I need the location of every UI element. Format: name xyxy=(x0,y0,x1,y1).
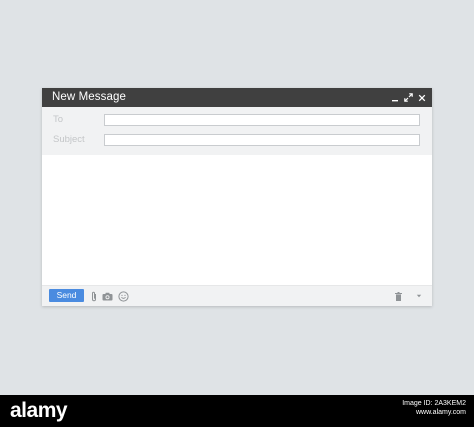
to-field[interactable] xyxy=(104,114,420,126)
compose-header: To Subject xyxy=(42,107,432,155)
subject-label: Subject xyxy=(53,134,85,145)
subject-row: Subject xyxy=(42,130,432,150)
to-row: To xyxy=(42,110,432,130)
image-url-line: www.alamy.com xyxy=(415,409,466,416)
brand-logo: alamy xyxy=(10,399,68,422)
window-title: New Message xyxy=(52,91,126,103)
image-id-line: Image ID: 2A3KEM2 xyxy=(402,400,466,407)
emoji-icon[interactable] xyxy=(117,289,129,303)
title-bar: New Message xyxy=(42,88,432,107)
compose-toolbar: Send xyxy=(42,285,432,306)
more-options-caret-icon[interactable] xyxy=(414,289,424,303)
message-body[interactable] xyxy=(42,155,432,285)
expand-icon[interactable] xyxy=(401,88,415,107)
canvas-background: New Message To Subject Send xyxy=(0,0,474,395)
paperclip-icon[interactable] xyxy=(90,289,98,303)
message-body-input[interactable] xyxy=(42,155,432,285)
subject-field[interactable] xyxy=(104,134,420,146)
camera-icon[interactable] xyxy=(101,289,113,303)
send-button[interactable]: Send xyxy=(49,289,84,302)
minimize-icon[interactable] xyxy=(388,88,402,107)
trash-icon[interactable] xyxy=(393,289,403,303)
stock-footer-strip: alamy Image ID: 2A3KEM2 www.alamy.com xyxy=(0,395,474,427)
close-icon[interactable] xyxy=(415,88,429,107)
compose-window: New Message To Subject Send xyxy=(42,88,432,306)
image-id: Image ID: 2A3KEM2 www.alamy.com xyxy=(402,399,466,417)
to-label: To xyxy=(53,114,64,125)
